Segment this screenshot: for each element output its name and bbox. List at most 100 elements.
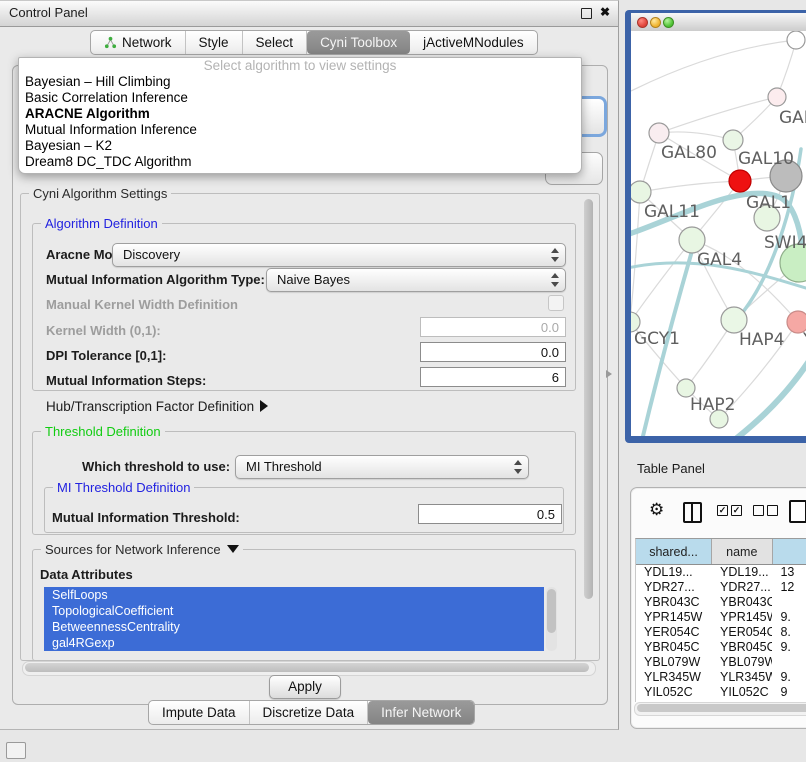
algorithm-option-basic-correlation-inference[interactable]: Basic Correlation Inference — [19, 90, 581, 106]
unchecked-checkbox-icon[interactable] — [767, 505, 778, 516]
network-node[interactable] — [787, 31, 805, 49]
algorithm-option-bayesian-hill-climbing[interactable]: Bayesian – Hill Climbing — [19, 74, 581, 90]
tab-select[interactable]: Select — [243, 31, 308, 54]
network-window-titlebar[interactable] — [631, 13, 806, 32]
table-row[interactable]: YBR045CYBR045C9. — [636, 640, 806, 655]
data-attributes-label: Data Attributes — [40, 567, 133, 582]
settings-vertical-scrollbar[interactable] — [582, 197, 595, 657]
node-label-hap4: HAP4 — [739, 330, 784, 350]
manual-kernel-checkbox[interactable] — [548, 295, 564, 311]
table-toolbar: ⚙ ✓ ✓ — [631, 488, 806, 536]
node-label-gal80: GAL80 — [661, 143, 717, 163]
table-row[interactable]: YER054CYER054C8. — [636, 625, 806, 640]
tab-label: Select — [256, 35, 294, 50]
manual-kernel-label: Manual Kernel Width Definition — [46, 297, 238, 312]
node-label-y: Y — [802, 330, 806, 350]
kernel-width-field[interactable]: 0.0 — [420, 317, 566, 337]
table-row[interactable]: YDL19...YDL19...13 — [636, 565, 806, 580]
mi-steps-field[interactable]: 6 — [420, 367, 566, 387]
algorithm-option-aracne-algorithm[interactable]: ARACNE Algorithm — [19, 106, 581, 122]
tab-network[interactable]: Network — [91, 31, 186, 54]
attribute-item-selfloops[interactable]: SelfLoops — [44, 587, 544, 603]
checked-checkbox-icon[interactable]: ✓ — [731, 505, 742, 516]
tab-cyni-toolbox[interactable]: Cyni Toolbox — [307, 31, 410, 54]
table-cell: YBR043C — [636, 595, 712, 610]
attribute-item-betweennesscentrality[interactable]: BetweennessCentrality — [44, 619, 544, 635]
network-node[interactable] — [631, 181, 651, 203]
cyni-algorithm-settings-title: Cyni Algorithm Settings — [29, 186, 171, 201]
network-node[interactable] — [649, 123, 669, 143]
algorithm-definition-title: Algorithm Definition — [41, 216, 162, 231]
apply-button[interactable]: Apply — [269, 675, 341, 699]
table-row[interactable]: YDR27...YDR27...12 — [636, 580, 806, 595]
collapsed-arrow-icon — [260, 400, 268, 412]
hub-definition-toggle[interactable]: Hub/Transcription Factor Definition — [46, 399, 268, 414]
tab-label: Impute Data — [162, 705, 236, 720]
table-cell: YIL052C — [636, 685, 712, 700]
table-horizontal-scrollbar[interactable] — [634, 702, 806, 716]
algorithm-dropdown-popup: Select algorithm to view settings Bayesi… — [18, 57, 582, 174]
checked-checkbox-icon[interactable]: ✓ — [717, 505, 728, 516]
close-icon[interactable]: ✖ — [600, 5, 610, 19]
node-table: shared...name YDL19...YDL19...13YDR27...… — [635, 538, 806, 702]
minimize-traffic-light-icon[interactable] — [650, 17, 661, 28]
splitter-arrow-icon[interactable] — [606, 370, 612, 378]
sources-group-title[interactable]: Sources for Network Inference — [41, 542, 243, 557]
network-canvas[interactable]: GALGAL80GAL10GAL1GAL11SWI4GAL4GCY1HAP4YH… — [631, 31, 806, 436]
node-label-hap2: HAP2 — [690, 395, 735, 415]
tab-style[interactable]: Style — [186, 31, 243, 54]
mi-steps-label: Mutual Information Steps: — [46, 373, 206, 388]
dpi-tolerance-field[interactable]: 0.0 — [420, 342, 566, 362]
attributes-scrollbar[interactable] — [546, 587, 557, 651]
attribute-item-gal4rgexp[interactable]: gal4RGexp — [44, 635, 544, 651]
gear-icon[interactable]: ⚙ — [649, 500, 664, 520]
column-header-shared[interactable]: shared... — [636, 539, 712, 564]
algorithm-option-dream8-dc-tdc-algorithm[interactable]: Dream8 DC_TDC Algorithm — [19, 154, 581, 170]
table-cell: YER054C — [636, 625, 712, 640]
network-icon — [104, 36, 117, 49]
node-label-gal: GAL — [779, 108, 806, 128]
mi-threshold-field[interactable]: 0.5 — [418, 504, 562, 524]
column-layout-icon[interactable] — [683, 502, 702, 523]
float-window-icon[interactable] — [581, 8, 592, 19]
spinner-arrows-icon — [550, 273, 558, 287]
network-node[interactable] — [723, 130, 743, 150]
control-panel-titlebar[interactable]: Control Panel ✖ — [0, 1, 618, 27]
table-cell: 9. — [772, 670, 806, 685]
table-cell: 8. — [772, 625, 806, 640]
table-row[interactable]: YIL052CYIL052C9 — [636, 685, 806, 700]
zoom-traffic-light-icon[interactable] — [663, 17, 674, 28]
table-panel: ⚙ ✓ ✓ shared...name YDL19...YDL19...13YD… — [630, 487, 806, 729]
network-node[interactable] — [729, 170, 751, 192]
tab-discretize-data[interactable]: Discretize Data — [250, 701, 369, 724]
aracne-mode-combobox[interactable]: Discovery — [112, 243, 566, 267]
algorithm-option-bayesian-k2[interactable]: Bayesian – K2 — [19, 138, 581, 154]
close-traffic-light-icon[interactable] — [637, 17, 648, 28]
node-label-gal10: GAL10 — [738, 149, 794, 169]
table-row[interactable]: YBR043CYBR043C — [636, 595, 806, 610]
settings-horizontal-scrollbar[interactable] — [22, 661, 596, 676]
network-view-window[interactable]: GALGAL80GAL10GAL1GAL11SWI4GAL4GCY1HAP4YH… — [625, 10, 806, 443]
table-cell: 13 — [772, 565, 806, 580]
tab-jactivemnodules[interactable]: jActiveMNodules — [410, 31, 537, 54]
table-cell: 12 — [772, 580, 806, 595]
tab-label: Cyni Toolbox — [320, 35, 397, 50]
node-label-gal4: GAL4 — [697, 250, 742, 270]
which-threshold-combobox[interactable]: MI Threshold — [235, 455, 529, 479]
table-row[interactable]: YPR145WYPR145W9. — [636, 610, 806, 625]
attribute-item-topologicalcoefficient[interactable]: TopologicalCoefficient — [44, 603, 544, 619]
tab-impute-data[interactable]: Impute Data — [149, 701, 250, 724]
tab-infer-network[interactable]: Infer Network — [368, 701, 474, 724]
table-row[interactable]: YBL079WYBL079W — [636, 655, 806, 670]
node-label-swi4: SWI4 — [764, 233, 806, 253]
unchecked-checkbox-icon[interactable] — [753, 505, 764, 516]
tab-label: Discretize Data — [263, 705, 355, 720]
document-icon[interactable] — [789, 500, 806, 523]
collapsed-panel-icon[interactable] — [6, 742, 26, 759]
table-row[interactable]: YLR345WYLR345W9. — [636, 670, 806, 685]
column-header-clipped[interactable] — [773, 539, 806, 564]
mi-type-combobox[interactable]: Naive Bayes — [266, 268, 566, 292]
algorithm-option-mutual-information-inference[interactable]: Mutual Information Inference — [19, 122, 581, 138]
column-header-name[interactable]: name — [712, 539, 772, 564]
network-node[interactable] — [768, 88, 786, 106]
